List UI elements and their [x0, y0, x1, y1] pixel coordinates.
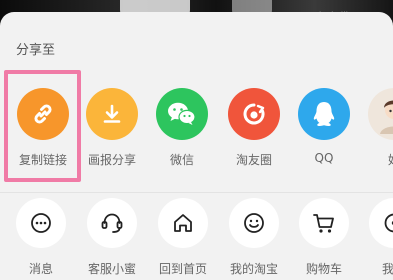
nav-targets-row: 消息 客服小蜜 回到首页 我的淘宝 购物车 我 [0, 198, 393, 280]
taoyou-circle-label: 淘友圈 [235, 153, 272, 167]
qq-penguin-icon [298, 88, 350, 140]
friend-avatar [368, 88, 393, 140]
messages-button[interactable]: 消息 [5, 198, 77, 277]
download-icon [86, 88, 138, 140]
cart-label: 购物车 [305, 262, 342, 276]
my-more-label: 我的 [381, 262, 393, 276]
highlight-box [4, 70, 81, 182]
friend-label: 好 [358, 151, 393, 168]
wechat-label: 微信 [169, 153, 194, 167]
customer-service-label: 客服小蜜 [87, 262, 136, 276]
share-sheet-title: 分享至 [16, 43, 56, 58]
share-sheet: 分享至 复制链接 画报分享 微信 淘友圈 QQ 消息 客服小蜜 回到首页 我的淘… [0, 12, 393, 280]
more-icon [369, 198, 393, 248]
my-more-button[interactable]: 我的 [358, 198, 393, 277]
qq-label: QQ [314, 151, 334, 165]
poster-share-label: 画报分享 [87, 153, 136, 167]
messages-label: 消息 [28, 262, 53, 276]
wechat-icon [156, 88, 208, 140]
taoyou-circle-icon [228, 88, 280, 140]
home-label: 回到首页 [158, 262, 207, 276]
my-taobao-button[interactable]: 我的淘宝 [218, 198, 290, 277]
taoyou-circle-button[interactable]: 淘友圈 [218, 88, 290, 168]
my-taobao-label: 我的淘宝 [229, 262, 278, 276]
qq-share-button[interactable]: QQ [288, 88, 360, 165]
customer-service-icon [87, 198, 137, 248]
home-icon [158, 198, 208, 248]
cart-button[interactable]: 购物车 [288, 198, 360, 277]
home-button[interactable]: 回到首页 [147, 198, 219, 277]
cart-icon [299, 198, 349, 248]
friend-share-button[interactable]: 好 [358, 88, 393, 168]
smile-icon [229, 198, 279, 248]
customer-service-button[interactable]: 客服小蜜 [76, 198, 148, 277]
section-divider [0, 192, 393, 193]
wechat-share-button[interactable]: 微信 [146, 88, 218, 168]
message-icon [16, 198, 66, 248]
poster-share-button[interactable]: 画报分享 [76, 88, 148, 168]
